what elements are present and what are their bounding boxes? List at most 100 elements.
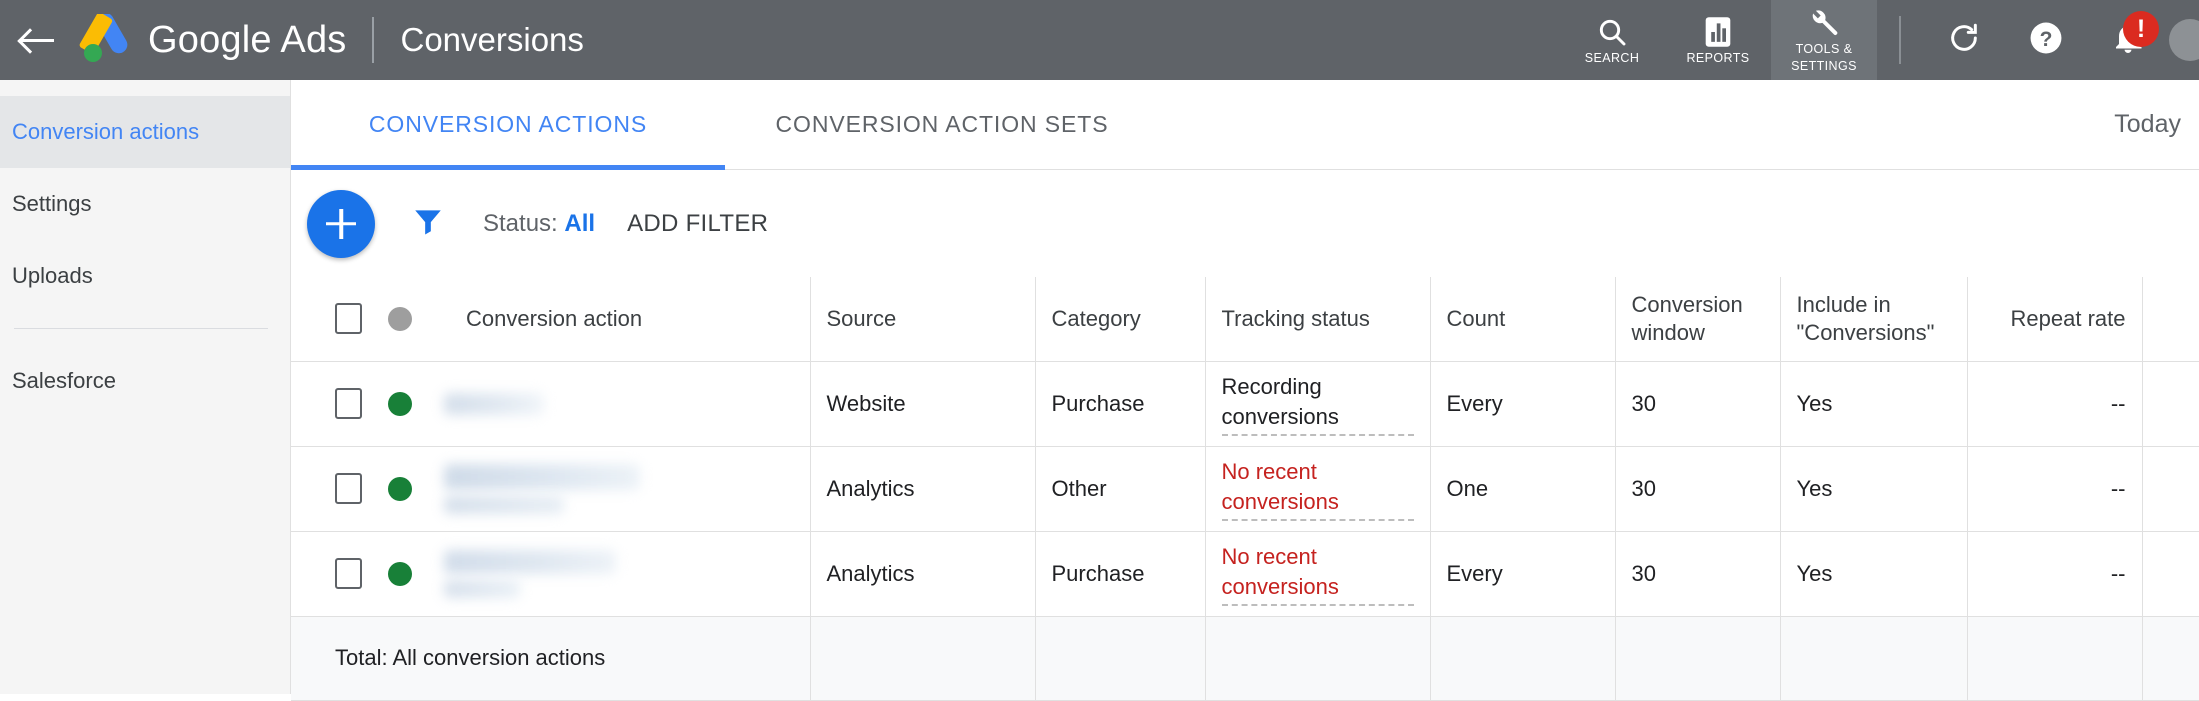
header-conversion-window[interactable]: Conversion window [1614, 277, 1780, 362]
cell-count: Every [1429, 361, 1615, 447]
sidebar-item-uploads[interactable]: Uploads [0, 240, 290, 312]
conversion-action-name-redacted[interactable] [438, 549, 616, 598]
header-source[interactable]: Source [809, 277, 1035, 362]
search-tool-button[interactable]: SEARCH [1559, 0, 1665, 80]
reports-tool-label: REPORTS [1686, 50, 1750, 65]
cell-source: Analytics [809, 446, 1035, 532]
table-row[interactable]: Analytics Other No recent conversions On… [291, 446, 2199, 532]
sidebar-item-salesforce[interactable]: Salesforce [0, 345, 290, 417]
cell-category: Purchase [1034, 361, 1205, 447]
header-label: Repeat rate [2010, 305, 2126, 331]
add-conversion-action-button[interactable] [307, 189, 375, 258]
cell-overflow [2141, 531, 2199, 617]
cell-overflow [2141, 361, 2199, 447]
wrench-icon [1808, 7, 1840, 39]
tab-label: CONVERSION ACTIONS [368, 111, 648, 137]
cell-total-repeat-rate [1966, 616, 2142, 701]
notifications-button[interactable]: ! [2097, 9, 2159, 71]
status-dot-icon [388, 391, 412, 416]
refresh-button[interactable] [1933, 9, 1995, 71]
cell-tracking-status[interactable]: No recent conversions [1204, 531, 1430, 617]
cell-overflow [2141, 446, 2199, 532]
status-dot-icon [388, 476, 412, 501]
cell-total-conversion-window [1614, 616, 1780, 701]
tools-tool-label-line2: SETTINGS [1791, 59, 1857, 73]
cell-include-in-conversions: Yes [1779, 361, 1967, 447]
conversion-action-name-redacted[interactable] [438, 463, 640, 514]
cell-conversion-window: 30 [1614, 361, 1780, 447]
cell-tracking-status[interactable]: Recording conversions [1204, 361, 1430, 447]
sidebar: Conversion actions Settings Uploads Sale… [0, 80, 291, 694]
tab-conversion-actions[interactable]: CONVERSION ACTIONS [291, 80, 725, 170]
sidebar-item-label: Salesforce [12, 368, 116, 393]
header-repeat-rate[interactable]: Repeat rate [1966, 277, 2142, 362]
cell-category: Purchase [1034, 531, 1205, 617]
avatar [2169, 19, 2199, 61]
cell-total-overflow [2141, 616, 2199, 701]
sidebar-item-label: Uploads [12, 263, 93, 288]
table-row[interactable]: Analytics Purchase No recent conversions… [291, 531, 2199, 617]
cell-count: Every [1429, 531, 1615, 617]
header-overflow-column [2141, 277, 2199, 362]
funnel-filter-icon [411, 204, 445, 243]
header-include-in-conversions[interactable]: Include in "Conversions" [1779, 277, 1967, 362]
header-label: Category [1051, 305, 1141, 331]
status-filter-chip[interactable]: Status: All [483, 210, 595, 238]
svg-text:?: ? [2040, 27, 2053, 50]
table-row[interactable]: Website Purchase Recording conversions E… [291, 361, 2199, 447]
header-conversion-action[interactable]: Conversion action [291, 277, 810, 362]
help-button[interactable]: ? [2015, 9, 2077, 71]
row-checkbox[interactable] [335, 473, 362, 504]
table-total-row: Total: All conversion actions [291, 616, 2199, 701]
cell-repeat-rate: -- [1966, 361, 2142, 447]
redaction-block [444, 579, 520, 598]
conversion-action-name-redacted[interactable] [444, 392, 544, 415]
page-title: Conversions [400, 21, 584, 58]
sidebar-item-settings[interactable]: Settings [0, 168, 290, 240]
cell-conversion-action[interactable] [291, 531, 810, 617]
header-category[interactable]: Category [1034, 277, 1205, 362]
top-app-bar: Google Ads Conversions SEARCH REPORTS TO… [0, 0, 2199, 80]
account-avatar[interactable] [2169, 9, 2199, 71]
sidebar-item-label: Settings [12, 191, 92, 216]
tab-label: CONVERSION ACTION SETS [775, 111, 1109, 137]
sidebar-divider [14, 328, 268, 329]
select-all-checkbox[interactable] [335, 303, 362, 335]
cell-conversion-window: 30 [1614, 446, 1780, 532]
header-label: Tracking status [1221, 305, 1370, 331]
redaction-block [444, 463, 640, 490]
row-checkbox[interactable] [335, 388, 362, 419]
cell-category: Other [1034, 446, 1205, 532]
cell-include-in-conversions: Yes [1779, 531, 1967, 617]
row-checkbox[interactable] [335, 558, 362, 589]
table-header-row: Conversion action Source Category Tracki… [291, 277, 2199, 362]
cell-total-label: Total: All conversion actions [291, 616, 810, 701]
tracking-status-text: No recent conversions [1221, 542, 1414, 606]
redaction-block [444, 495, 564, 514]
tools-tool-label-line1: TOOLS & [1795, 42, 1853, 56]
table-toolbar: Status: All ADD FILTER [291, 170, 2199, 277]
sidebar-item-label: Conversion actions [12, 119, 200, 144]
brand-name[interactable]: Google Ads [148, 19, 346, 62]
add-filter-button[interactable]: ADD FILTER [627, 210, 768, 238]
cell-tracking-status[interactable]: No recent conversions [1204, 446, 1430, 532]
search-tool-label: SEARCH [1584, 50, 1640, 65]
back-button[interactable] [6, 0, 68, 80]
filter-button[interactable] [411, 204, 445, 243]
header-count[interactable]: Count [1429, 277, 1615, 362]
reports-tool-button[interactable]: REPORTS [1665, 0, 1771, 80]
tools-and-settings-button[interactable]: TOOLS & SETTINGS [1771, 0, 1877, 80]
tab-conversion-action-sets[interactable]: CONVERSION ACTION SETS [725, 80, 1159, 170]
header-label: Conversion action [466, 305, 643, 331]
cell-conversion-action[interactable] [291, 361, 810, 447]
help-icon: ? [2028, 20, 2064, 61]
sidebar-item-conversion-actions[interactable]: Conversion actions [0, 96, 290, 168]
main-content: CONVERSION ACTIONS CONVERSION ACTION SET… [291, 80, 2199, 701]
header-tracking-status[interactable]: Tracking status [1204, 277, 1430, 362]
header-label: Count [1446, 305, 1506, 331]
cell-total-count [1429, 616, 1615, 701]
cell-repeat-rate: -- [1966, 446, 2142, 532]
tracking-status-text: No recent conversions [1221, 457, 1414, 521]
date-range-selector[interactable]: Today [2114, 110, 2181, 139]
cell-conversion-action[interactable] [291, 446, 810, 532]
